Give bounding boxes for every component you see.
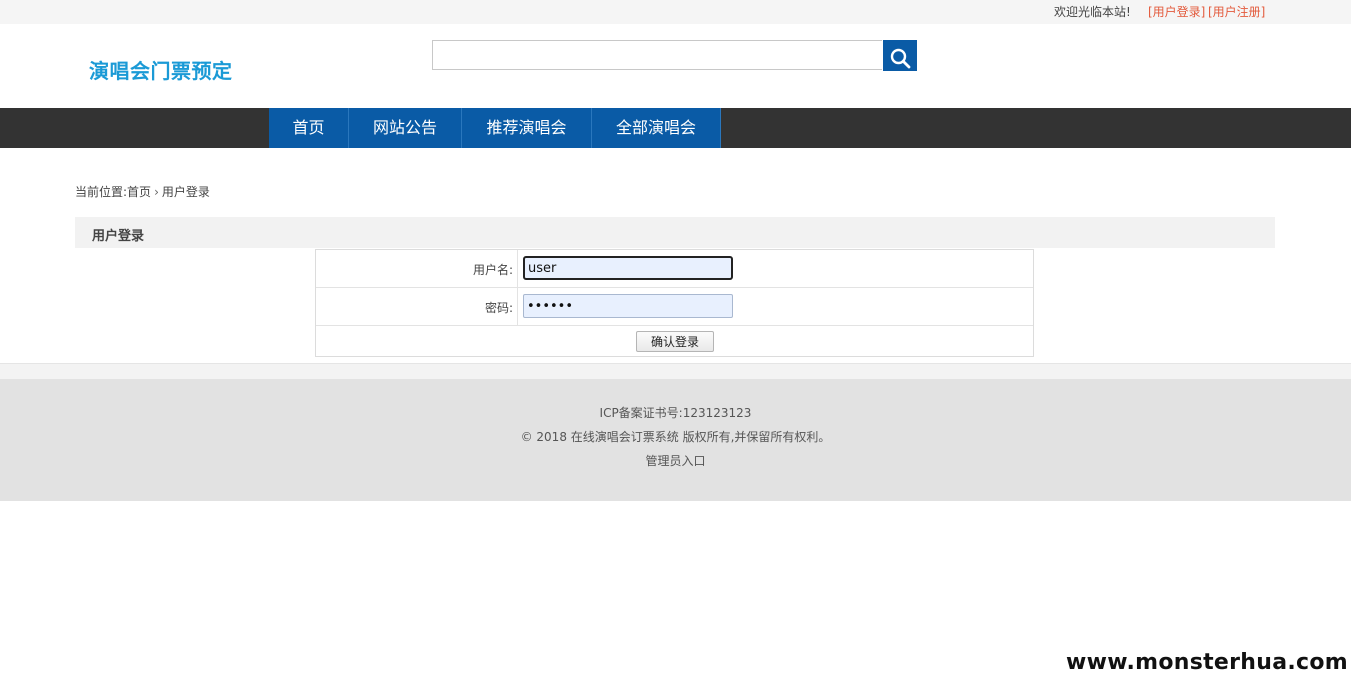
username-label: 用户名: (472, 263, 513, 277)
password-label: 密码: (484, 301, 513, 315)
password-field[interactable] (523, 294, 733, 318)
nav-item-recommended-concerts[interactable]: 推荐演唱会 (462, 108, 592, 148)
breadcrumb-separator: › (154, 185, 159, 199)
register-link[interactable]: [用户注册] (1208, 3, 1265, 20)
admin-entry-link-text[interactable]: 管理员入口 (645, 454, 705, 468)
login-panel-title: 用户登录 (92, 229, 145, 244)
username-row: 用户名: (316, 250, 1033, 288)
confirm-login-button[interactable]: 确认登录 (636, 331, 714, 352)
welcome-text: 欢迎光临本站! (1054, 5, 1131, 19)
main-nav: 首页 网站公告 推荐演唱会 全部演唱会 (0, 108, 1351, 148)
username-field[interactable] (523, 256, 733, 280)
copyright-text: © 2018 在线演唱会订票系统 版权所有,并保留所有权利。 (520, 430, 831, 444)
nav-item-home[interactable]: 首页 (269, 108, 349, 148)
admin-entry-link: 管理员入口 (0, 452, 1351, 469)
icp-text: ICP备案证书号:123123123 (599, 406, 752, 420)
login-link[interactable]: [用户登录] (1148, 3, 1205, 20)
password-row: 密码: (316, 288, 1033, 326)
watermark: www.monsterhua.com (1065, 650, 1348, 675)
breadcrumb-prefix: 当前位置: (75, 185, 128, 199)
search-button[interactable] (883, 40, 917, 71)
breadcrumb: 当前位置:首页 › 用户登录 (75, 183, 210, 200)
login-form: 用户名: 密码: 确认登录 (315, 249, 1034, 357)
submit-row: 确认登录 (316, 326, 1033, 356)
site-logo[interactable]: 演唱会门票预定 (89, 55, 233, 84)
search-icon (890, 48, 910, 68)
footer: ICP备案证书号:123123123 © 2018 在线演唱会订票系统 版权所有… (0, 379, 1351, 501)
nav-item-all-concerts[interactable]: 全部演唱会 (592, 108, 721, 148)
breadcrumb-home-link[interactable]: 首页 (127, 185, 151, 199)
search-input[interactable] (432, 40, 882, 70)
nav-item-announcements[interactable]: 网站公告 (349, 108, 462, 148)
breadcrumb-current: 用户登录 (161, 185, 210, 199)
footer-top-strip (0, 364, 1351, 379)
login-panel-header: 用户登录 (75, 217, 1275, 248)
top-bar: 欢迎光临本站! [用户登录] [用户注册] (0, 0, 1351, 24)
